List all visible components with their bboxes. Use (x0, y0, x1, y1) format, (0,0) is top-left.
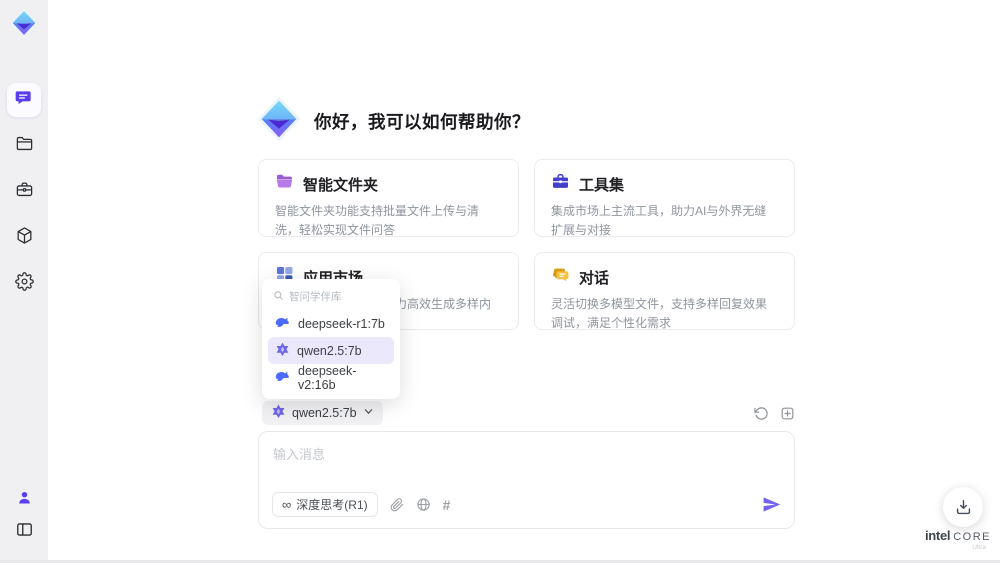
cube-icon (15, 226, 34, 250)
sidebar-item-apps[interactable] (7, 221, 41, 255)
folder-purple-icon (275, 172, 294, 196)
history-icon[interactable] (754, 406, 769, 421)
sidebar-item-toolbox[interactable] (7, 175, 41, 209)
sidebar-item-account[interactable] (7, 485, 41, 515)
model-option-qwen[interactable]: qwen2.5:7b (268, 337, 394, 364)
gear-icon (14, 272, 34, 296)
model-option-label: qwen2.5:7b (297, 343, 362, 358)
model-option-label: deepseek-r1:7b (298, 316, 385, 331)
card-title: 对话 (579, 269, 610, 287)
deep-think-label: 深度思考(R1) (296, 498, 368, 512)
card-description: 智能文件夹功能支持批量文件上传与清洗，轻松实现文件问答 (275, 204, 480, 237)
core-wordmark: core (953, 531, 991, 543)
briefcase-icon (15, 180, 34, 204)
panel-layout-icon (15, 520, 34, 544)
sidebar-bottom (7, 485, 41, 547)
message-composer: ∞ 深度思考(R1) # (258, 431, 795, 529)
model-selector-row: qwen2.5:7b (258, 401, 795, 425)
model-selector[interactable]: qwen2.5:7b (262, 401, 383, 425)
message-input[interactable] (273, 444, 753, 486)
ultra-label: Ultra (972, 544, 986, 551)
card-description: 集成市场上主流工具，助力AI与外界无缝扩展与对接 (551, 204, 767, 237)
sidebar-item-settings[interactable] (7, 267, 41, 301)
greeting-logo-icon (256, 96, 302, 147)
composer-toolbar: ∞ 深度思考(R1) # (272, 492, 781, 517)
chat-actions (754, 406, 795, 421)
globe-icon[interactable] (416, 497, 431, 512)
feature-card-toolset[interactable]: 工具集 集成市场上主流工具，助力AI与外界无缝扩展与对接 (534, 159, 795, 237)
chat-yellow-icon (551, 265, 570, 289)
deepseek-whale-icon (275, 370, 291, 386)
send-button[interactable] (762, 495, 781, 514)
download-button[interactable] (943, 487, 983, 527)
model-dropdown-header: 智问学伴库 (268, 285, 394, 310)
greeting-title: 你好，我可以如何帮助你？ (314, 112, 530, 132)
greeting: 你好，我可以如何帮助你？ (256, 96, 530, 147)
toolbox-indigo-icon (551, 172, 570, 196)
intel-wordmark: intel (924, 528, 951, 543)
search-icon (273, 290, 284, 304)
infinity-icon: ∞ (282, 497, 292, 512)
qwen-logo-icon (271, 404, 286, 422)
sidebar-item-collapse[interactable] (7, 517, 41, 547)
model-library-label: 智问学伴库 (289, 291, 342, 303)
model-option-deepseek-r1[interactable]: deepseek-r1:7b (268, 310, 394, 337)
app-logo-icon (9, 8, 39, 43)
sidebar-nav (7, 83, 41, 301)
feature-card-smart-folder[interactable]: 智能文件夹 智能文件夹功能支持批量文件上传与清洗，轻松实现文件问答 (258, 159, 519, 237)
card-title: 工具集 (579, 176, 625, 194)
card-title: 智能文件夹 (303, 176, 379, 194)
sidebar-item-folders[interactable] (7, 129, 41, 163)
deepseek-whale-icon (275, 316, 291, 332)
card-description: 灵活切换多模型文件，支持多样回复效果调试，满足个性化需求 (551, 297, 768, 330)
app-window: 你好，我可以如何帮助你？ 智能文件夹 智能文件夹功能支持批量文件上传与清洗，轻松… (0, 0, 1000, 563)
intel-core-logo: intel core Ultra (924, 528, 992, 551)
sidebar (0, 0, 48, 563)
user-icon (16, 489, 33, 511)
selected-model-label: qwen2.5:7b (292, 406, 357, 420)
hash-icon[interactable]: # (443, 497, 451, 513)
paperclip-icon[interactable] (390, 497, 404, 512)
model-option-deepseek-v2[interactable]: deepseek-v2:16b (268, 363, 394, 392)
model-dropdown: 智问学伴库 deepseek-r1:7b qwen2.5:7b deepseek… (262, 279, 400, 399)
chat-bubble-icon (14, 88, 34, 113)
folder-icon (15, 134, 34, 158)
new-chat-icon[interactable] (780, 406, 795, 421)
chevron-down-icon (363, 406, 374, 420)
qwen-logo-icon (275, 342, 290, 360)
sidebar-item-chat[interactable] (7, 83, 41, 117)
feature-card-conversation[interactable]: 对话 灵活切换多模型文件，支持多样回复效果调试，满足个性化需求 (534, 252, 795, 330)
deep-think-button[interactable]: ∞ 深度思考(R1) (272, 492, 378, 517)
model-option-label: deepseek-v2:16b (298, 363, 357, 392)
